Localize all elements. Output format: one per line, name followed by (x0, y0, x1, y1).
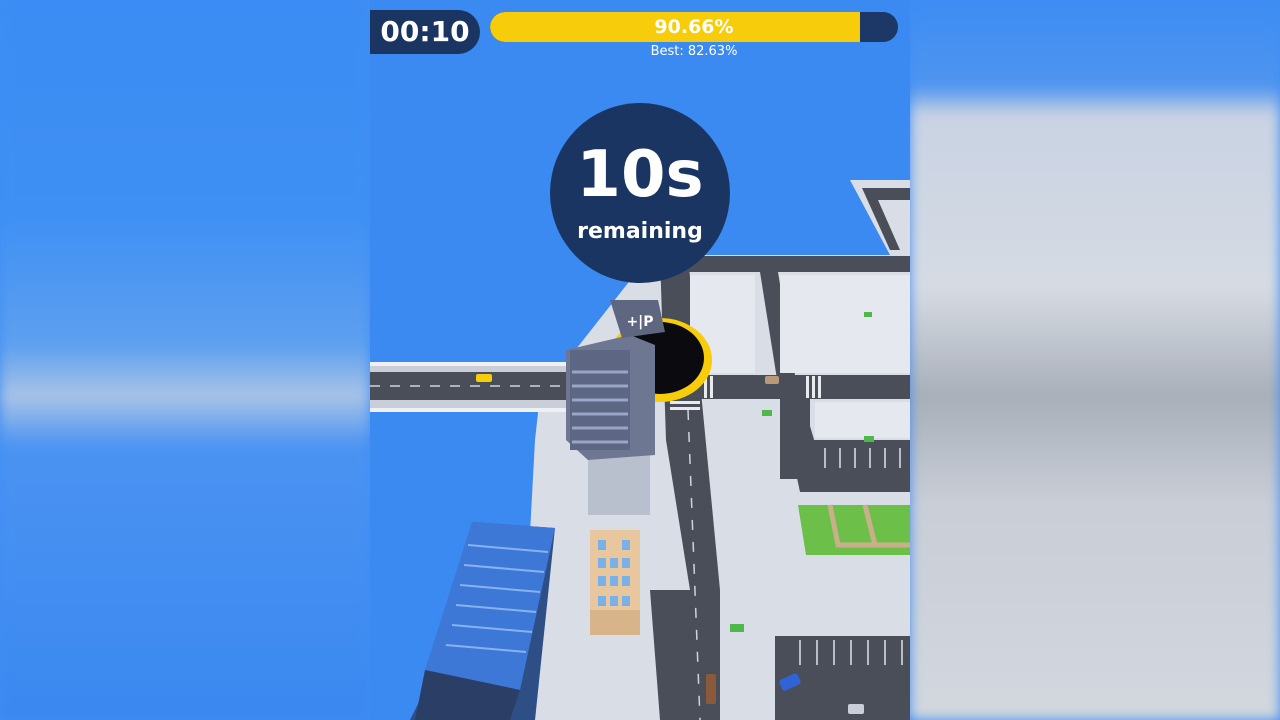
tower-sign-glyph: +|P (626, 314, 653, 330)
green-crate[interactable] (864, 312, 872, 317)
progress-bar: 90.66% (490, 12, 898, 42)
green-crate[interactable] (730, 624, 744, 632)
right-road (780, 399, 810, 479)
best-score: Best: 82.63% (650, 44, 738, 59)
grey-car[interactable] (848, 704, 864, 714)
game-viewport[interactable]: +|P 00:10 90.66% Best: 82.63% 10s remain… (370, 0, 910, 720)
blurred-background-right (910, 0, 1280, 720)
beige-apartment-building[interactable] (590, 530, 640, 635)
city-block (815, 402, 910, 438)
yellow-taxi-car[interactable] (476, 374, 492, 382)
bridge-railing (370, 408, 570, 412)
brown-bus[interactable] (706, 674, 716, 704)
blurred-background-left (0, 0, 370, 720)
progress-percentage: 90.66% (654, 16, 734, 38)
countdown-number: 10s (576, 138, 704, 212)
small-car[interactable] (765, 376, 779, 384)
city-block (780, 275, 910, 373)
green-crate[interactable] (864, 436, 874, 442)
game-screen: +|P 00:10 90.66% Best: 82.63% 10s remain… (0, 0, 1280, 720)
bridge-railing (370, 362, 570, 366)
green-crate[interactable] (762, 410, 772, 416)
countdown-label: remaining (577, 219, 703, 244)
countdown-badge: 10s remaining (550, 103, 730, 283)
glass-tower-building[interactable] (410, 522, 555, 720)
game-timer: 00:10 (370, 10, 480, 54)
